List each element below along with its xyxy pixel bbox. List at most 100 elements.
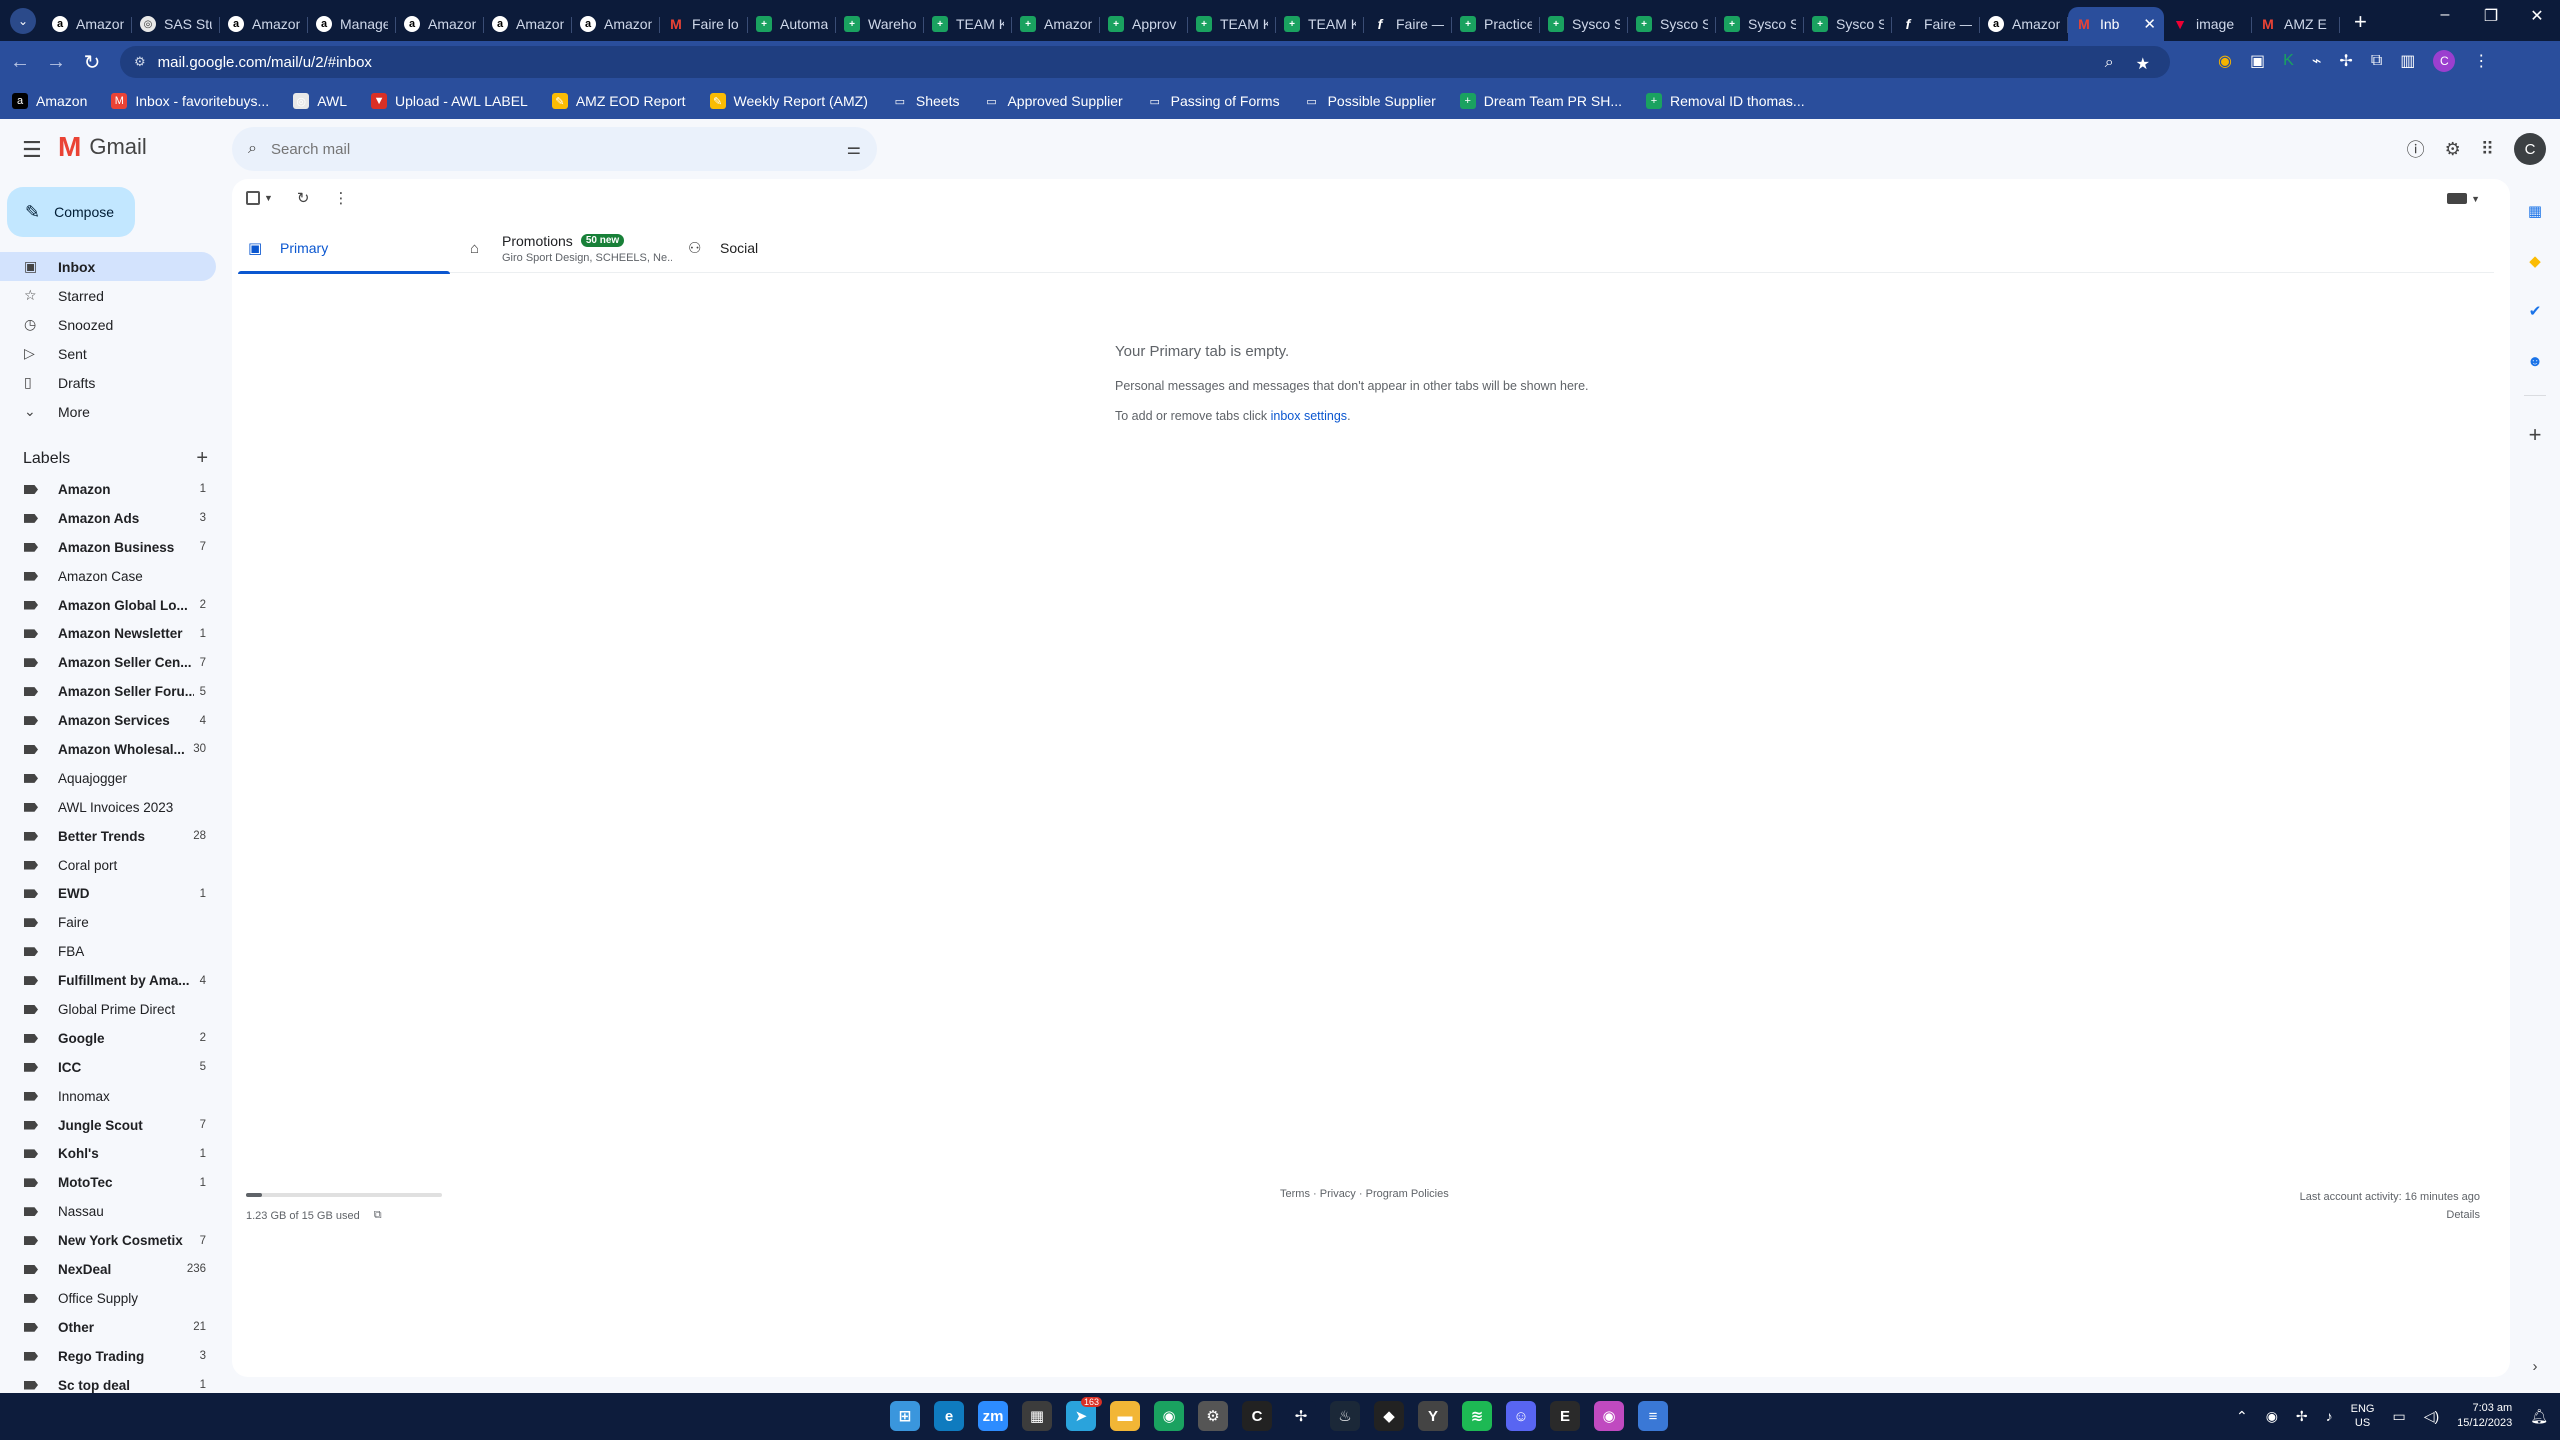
forward-icon[interactable]: → bbox=[40, 51, 72, 74]
tab-primary[interactable]: ▣ Primary bbox=[238, 223, 450, 274]
close-tab-icon[interactable]: ✕ bbox=[2143, 15, 2156, 33]
label-item[interactable]: MotoTec 1 bbox=[0, 1168, 216, 1197]
label-item[interactable]: Kohl's 1 bbox=[0, 1139, 216, 1168]
sidebar-item-more[interactable]: ⌄ More bbox=[0, 397, 216, 426]
open-storage-icon[interactable]: ⧉ bbox=[374, 1209, 382, 1222]
notepad-icon[interactable]: ≡ bbox=[1638, 1401, 1668, 1431]
bookmark-item[interactable]: ✎ AMZ EOD Report bbox=[551, 93, 686, 109]
tab-social[interactable]: ⚇ Social bbox=[678, 223, 878, 273]
label-item[interactable]: Aquajogger bbox=[0, 764, 216, 793]
close-window-icon[interactable]: ✕ bbox=[2514, 6, 2560, 26]
bookmark-item[interactable]: + Removal ID thomas... bbox=[1646, 93, 1805, 109]
extension-icon[interactable]: K bbox=[2283, 52, 2294, 70]
microphone-icon[interactable]: ♪ bbox=[2326, 1408, 2333, 1424]
edge-icon[interactable]: e bbox=[934, 1401, 964, 1431]
label-item[interactable]: FBA bbox=[0, 937, 216, 966]
browser-tab[interactable]: a Amazon bbox=[220, 7, 308, 41]
browser-tab[interactable]: + TEAM K bbox=[924, 7, 1012, 41]
file-explorer-icon[interactable]: ▬ bbox=[1110, 1401, 1140, 1431]
label-item[interactable]: Amazon Services 4 bbox=[0, 706, 216, 735]
label-item[interactable]: Office Supply bbox=[0, 1284, 216, 1313]
label-item[interactable]: Amazon Global Lo... 2 bbox=[0, 591, 216, 620]
discord-icon[interactable]: ☺ bbox=[1506, 1401, 1536, 1431]
restore-icon[interactable]: ❐ bbox=[2468, 6, 2514, 26]
bookmark-item[interactable]: a Amazon bbox=[12, 93, 87, 109]
browser-tab[interactable]: + TEAM K bbox=[1188, 7, 1276, 41]
browser-tab[interactable]: ▼ image bbox=[2164, 7, 2252, 41]
tray-app-icon[interactable]: ◉ bbox=[2266, 1408, 2278, 1425]
label-item[interactable]: Amazon Wholesal... 30 bbox=[0, 735, 216, 764]
label-item[interactable]: Amazon Newsletter 1 bbox=[0, 619, 216, 648]
browser-tab[interactable]: + Practice bbox=[1452, 7, 1540, 41]
search-options-icon[interactable]: ⚌ bbox=[847, 139, 861, 159]
label-item[interactable]: Amazon Case bbox=[0, 562, 216, 591]
label-item[interactable]: Fulfillment by Ama... 4 bbox=[0, 966, 216, 995]
profile-avatar[interactable]: C bbox=[2433, 50, 2456, 72]
gmail-logo[interactable]: M Gmail bbox=[58, 133, 147, 161]
browser-tab[interactable]: M Inb ✕ bbox=[2068, 7, 2164, 41]
label-item[interactable]: Google 2 bbox=[0, 1024, 216, 1053]
label-item[interactable]: Global Prime Direct bbox=[0, 995, 216, 1024]
label-item[interactable]: ICC 5 bbox=[0, 1053, 216, 1082]
browser-tab[interactable]: + Wareho bbox=[836, 7, 924, 41]
browser-tab[interactable]: + Automa bbox=[748, 7, 836, 41]
browser-tab[interactable]: a Amazon bbox=[484, 7, 572, 41]
browser-tab[interactable]: + Sysco S bbox=[1628, 7, 1716, 41]
keep-icon[interactable]: ◆ bbox=[2525, 251, 2545, 271]
label-item[interactable]: Coral port bbox=[0, 851, 216, 880]
browser-tab[interactable]: M Faire lo bbox=[660, 7, 748, 41]
spotify-icon[interactable]: ≋ bbox=[1462, 1401, 1492, 1431]
browser-tab[interactable]: ◎ SAS Stu bbox=[132, 7, 220, 41]
chevron-up-icon[interactable]: ⌃ bbox=[2236, 1408, 2248, 1425]
details-link[interactable]: Details bbox=[2300, 1206, 2480, 1224]
app-c-icon[interactable]: C bbox=[1242, 1401, 1272, 1431]
more-options-icon[interactable]: ⋮ bbox=[334, 189, 349, 207]
sidebar-item-snoozed[interactable]: ◷ Snoozed bbox=[0, 310, 216, 339]
extension-icon[interactable]: ⌁ bbox=[2312, 51, 2322, 71]
volume-icon[interactable]: ◁) bbox=[2424, 1408, 2439, 1425]
label-item[interactable]: Nassau bbox=[0, 1197, 216, 1226]
clock[interactable]: 7:03 am 15/12/2023 bbox=[2457, 1401, 2512, 1431]
bookmark-item[interactable]: M Inbox - favoritebuys... bbox=[111, 93, 269, 109]
browser-tab[interactable]: f Faire — bbox=[1892, 7, 1980, 41]
zoom-icon[interactable]: zm bbox=[978, 1401, 1008, 1431]
browser-tab[interactable]: + Sysco S bbox=[1716, 7, 1804, 41]
browser-tab[interactable]: a Amazon bbox=[1980, 7, 2068, 41]
search-icon[interactable]: ⌕ bbox=[248, 140, 257, 158]
show-side-panel-icon[interactable]: › bbox=[2525, 1356, 2545, 1376]
bookmark-item[interactable]: ▭ Passing of Forms bbox=[1147, 93, 1279, 109]
tasks-icon[interactable]: ✔ bbox=[2525, 301, 2545, 321]
extension-icon[interactable]: ✢ bbox=[2339, 51, 2352, 71]
browser-tab[interactable]: a Manage bbox=[308, 7, 396, 41]
select-all-checkbox[interactable]: ▼ bbox=[246, 191, 273, 205]
help-icon[interactable]: ⓘ bbox=[2407, 136, 2425, 162]
terms-link[interactable]: Terms bbox=[1280, 1188, 1310, 1200]
tray-app-icon[interactable]: ✢ bbox=[2296, 1408, 2308, 1425]
label-item[interactable]: Better Trends 28 bbox=[0, 822, 216, 851]
get-addons-icon[interactable]: + bbox=[2525, 422, 2545, 447]
bookmark-item[interactable]: ✎ Weekly Report (AMZ) bbox=[709, 93, 868, 109]
zoom-icon[interactable]: ⌕ bbox=[2105, 54, 2114, 74]
bookmark-item[interactable]: ◎ AWL bbox=[293, 93, 347, 109]
extensions-puzzle-icon[interactable]: ⧉ bbox=[2371, 52, 2382, 70]
main-menu-icon[interactable]: ☰ bbox=[22, 137, 42, 163]
binance-icon[interactable]: ◆ bbox=[1374, 1401, 1404, 1431]
sidebar-item-starred[interactable]: ☆ Starred bbox=[0, 281, 216, 310]
extension-icon[interactable]: ▣ bbox=[2250, 51, 2265, 71]
browser-tab[interactable]: f Faire — bbox=[1364, 7, 1452, 41]
account-avatar[interactable]: C bbox=[2514, 133, 2546, 165]
minimize-icon[interactable]: – bbox=[2422, 6, 2468, 26]
label-item[interactable]: Amazon Seller Foru... 5 bbox=[0, 677, 216, 706]
side-panel-icon[interactable]: ▥ bbox=[2400, 51, 2415, 71]
browser-tab[interactable]: + Approv bbox=[1100, 7, 1188, 41]
label-item[interactable]: Amazon Business 7 bbox=[0, 533, 216, 562]
bookmark-item[interactable]: ▭ Sheets bbox=[892, 93, 960, 109]
notifications-bell-icon[interactable]: 🔔︎ bbox=[2530, 1408, 2548, 1425]
label-item[interactable]: Rego Trading 3 bbox=[0, 1342, 216, 1371]
settings-gear-icon[interactable]: ⚙ bbox=[2445, 139, 2461, 160]
bookmark-item[interactable]: ▼ Upload - AWL LABEL bbox=[371, 93, 528, 109]
label-item[interactable]: Amazon 1 bbox=[0, 475, 216, 504]
sidebar-item-sent[interactable]: ▷ Sent bbox=[0, 339, 216, 368]
label-item[interactable]: Other 21 bbox=[0, 1313, 216, 1342]
label-item[interactable]: Sc top deal 1 bbox=[0, 1371, 216, 1393]
